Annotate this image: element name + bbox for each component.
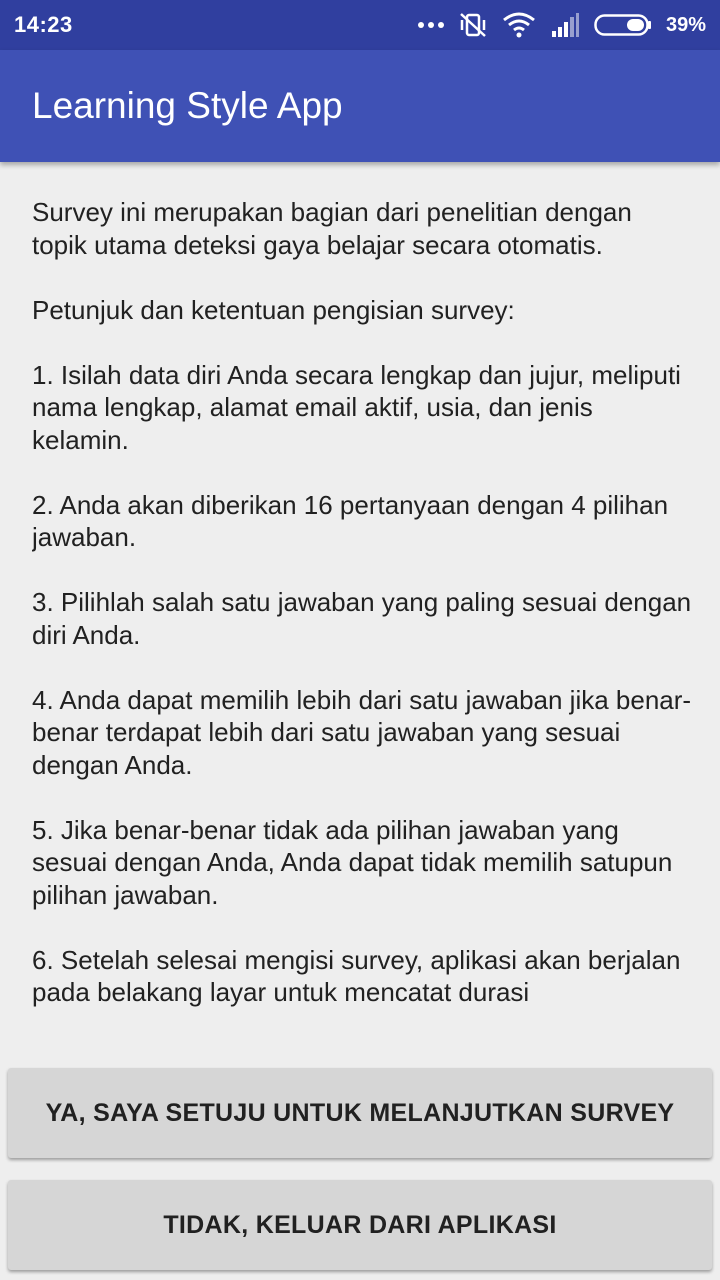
instruction-item: 1. Isilah data diri Anda secara lengkap … (32, 359, 681, 455)
app-bar: Learning Style App (0, 50, 720, 162)
status-bar: 14:23 39% (0, 0, 720, 50)
intro-paragraph: Survey ini merupakan bagian dari penelit… (32, 197, 632, 260)
instruction-item: 3. Pilihlah salah satu jawaban yang pali… (32, 587, 692, 650)
battery-percentage: 39% (665, 13, 706, 36)
instruction-item: 4. Anda dapat memilih lebih dari satu ja… (32, 684, 692, 780)
instruction-item: 5. Jika benar-benar tidak ada pilihan ja… (32, 814, 673, 910)
instructions-heading: Petunjuk dan ketentuan pengisian survey: (32, 294, 515, 325)
instruction-item: 2. Anda akan diberikan 16 pertanyaan den… (32, 489, 669, 553)
agree-continue-button[interactable]: YA, SAYA SETUJU UNTUK MELANJUTKAN SURVEY (8, 1068, 712, 1158)
wifi-icon (503, 12, 535, 38)
survey-instructions: Survey ini merupakan bagian dari penelit… (32, 196, 692, 1028)
status-time: 14:23 (14, 12, 73, 37)
status-icons: 39% (417, 11, 706, 39)
instruction-item: 6. Setelah selesai mengisi survey, aplik… (32, 944, 681, 1008)
exit-app-button[interactable]: TIDAK, KELUAR DARI APLIKASI (8, 1180, 712, 1270)
signal-icon (551, 13, 579, 37)
app-title: Learning Style App (32, 85, 343, 126)
vibrate-off-icon (460, 13, 486, 37)
more-dots-icon (417, 22, 444, 28)
battery-icon (594, 14, 651, 36)
